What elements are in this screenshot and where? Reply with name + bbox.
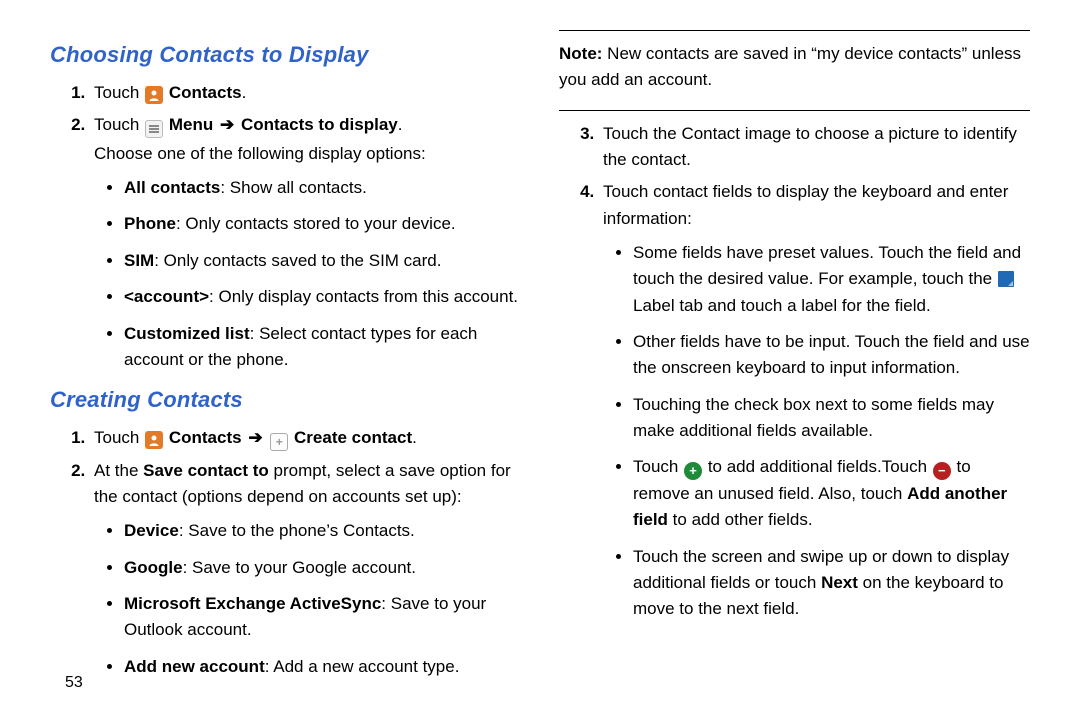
list-item: SIM: Only contacts saved to the SIM card… [124, 248, 521, 274]
list-item: Some fields have preset values. Touch th… [633, 240, 1030, 319]
choosing-step-1: Touch Contacts. [90, 80, 521, 106]
creating-steps-list: Touch Contacts ➔ + Create contact. At th… [50, 425, 521, 680]
label-tab-icon [998, 271, 1014, 287]
creating-step-3: Touch the Contact image to choose a pict… [599, 121, 1030, 174]
plus-icon: + [270, 433, 288, 451]
list-item: Customized list: Select contact types fo… [124, 321, 521, 374]
note-rule-bottom [559, 110, 1030, 111]
choose-intro: Choose one of the following display opti… [94, 141, 521, 167]
list-item: All contacts: Show all contacts. [124, 175, 521, 201]
heading-choosing-contacts: Choosing Contacts to Display [50, 38, 521, 72]
list-item: Touching the check box next to some fiel… [633, 392, 1030, 445]
list-item: Touch the screen and swipe up or down to… [633, 544, 1030, 623]
add-circle-icon: + [684, 462, 702, 480]
remove-circle-icon: − [933, 462, 951, 480]
list-item: Microsoft Exchange ActiveSync: Save to y… [124, 591, 521, 644]
page-number: 53 [65, 674, 83, 692]
note-rule-top [559, 30, 1030, 31]
creating-steps-cont-list: Touch the Contact image to choose a pict… [559, 121, 1030, 623]
contacts-icon [145, 86, 163, 104]
list-item: Touch + to add additional fields.Touch −… [633, 454, 1030, 533]
menu-icon [145, 120, 163, 138]
right-column: Note: New contacts are saved in “my devi… [559, 30, 1030, 700]
note-block: Note: New contacts are saved in “my devi… [559, 37, 1030, 104]
display-options-list: All contacts: Show all contacts. Phone: … [94, 175, 521, 373]
arrow-icon: ➔ [248, 428, 262, 447]
left-column: Choosing Contacts to Display Touch Conta… [50, 30, 521, 700]
creating-step-4: Touch contact fields to display the keyb… [599, 179, 1030, 622]
list-item: Google: Save to your Google account. [124, 555, 521, 581]
manual-page: Choosing Contacts to Display Touch Conta… [0, 0, 1080, 720]
list-item: Device: Save to the phone’s Contacts. [124, 518, 521, 544]
save-options-list: Device: Save to the phone’s Contacts. Go… [94, 518, 521, 680]
heading-creating-contacts: Creating Contacts [50, 383, 521, 417]
field-info-list: Some fields have preset values. Touch th… [603, 240, 1030, 622]
list-item: Phone: Only contacts stored to your devi… [124, 211, 521, 237]
list-item: <account>: Only display contacts from th… [124, 284, 521, 310]
contacts-icon [145, 431, 163, 449]
choosing-step-2: Touch Menu ➔ Contacts to display. Choose… [90, 112, 521, 373]
list-item: Add new account: Add a new account type. [124, 654, 521, 680]
arrow-icon: ➔ [220, 115, 234, 134]
creating-step-1: Touch Contacts ➔ + Create contact. [90, 425, 521, 451]
creating-step-2: At the Save contact to prompt, select a … [90, 458, 521, 680]
choosing-steps-list: Touch Contacts. Touch Menu ➔ Contacts to… [50, 80, 521, 373]
list-item: Other fields have to be input. Touch the… [633, 329, 1030, 382]
